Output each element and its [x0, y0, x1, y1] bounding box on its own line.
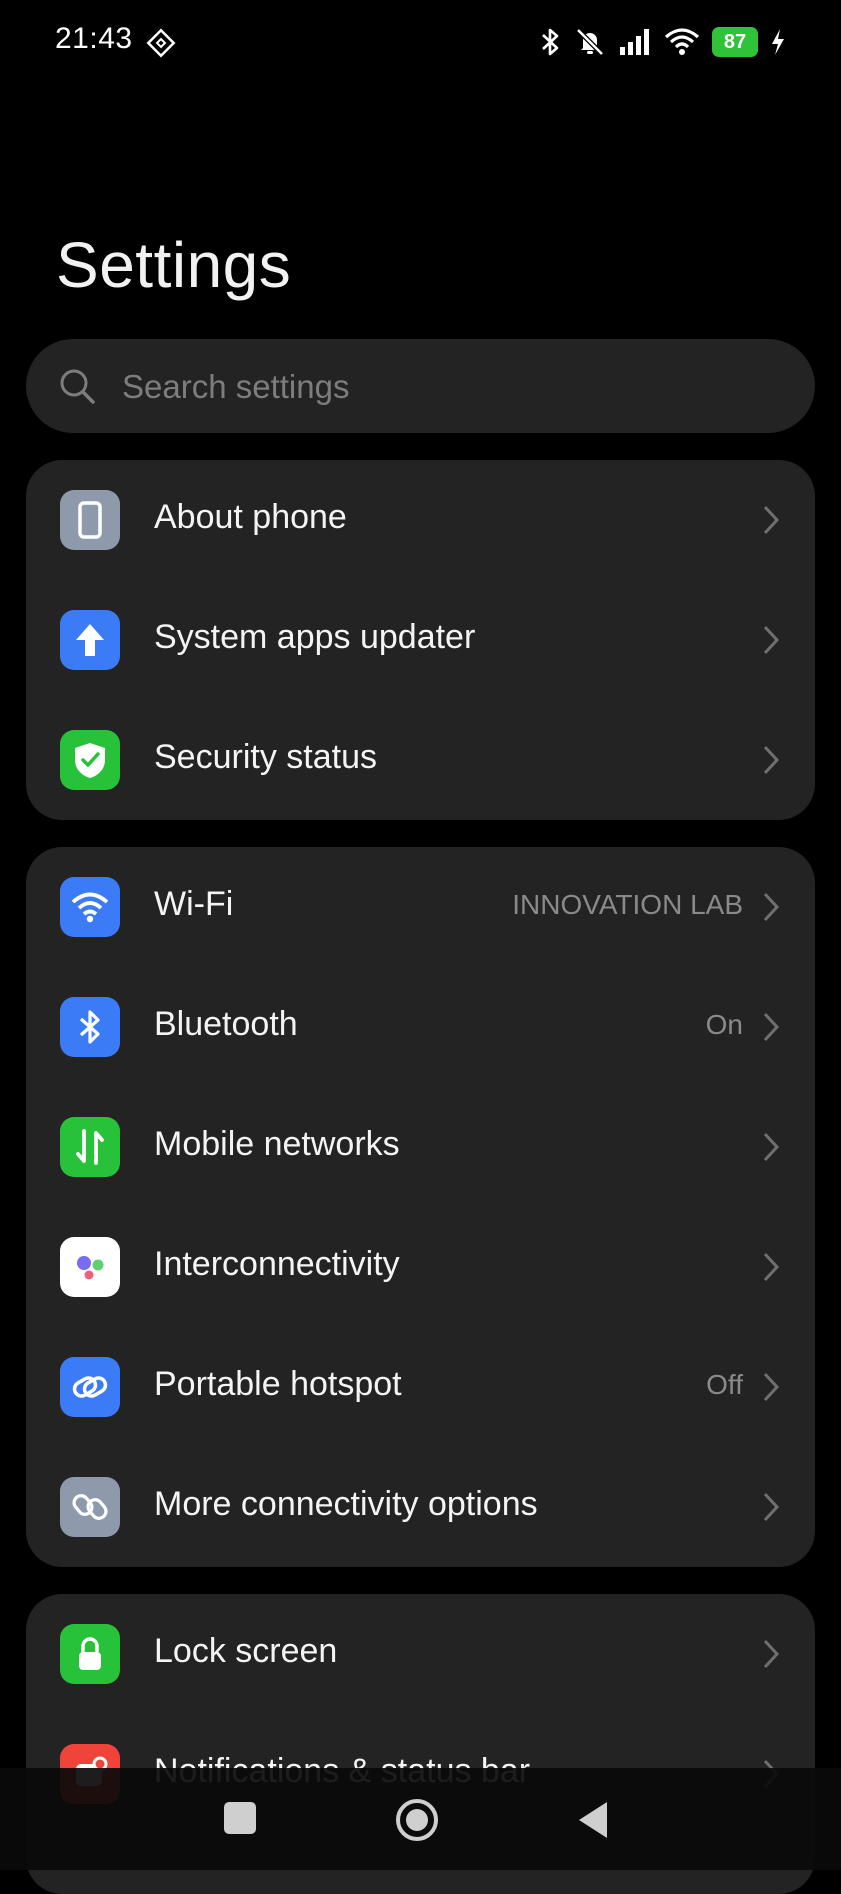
chevron-right-icon [761, 1131, 781, 1163]
signal-icon [618, 27, 652, 57]
search-input[interactable] [120, 339, 764, 435]
charging-icon [770, 28, 786, 56]
settings-item-portable-hotspot[interactable]: Portable hotspot Off [26, 1327, 815, 1447]
settings-group-device: About phone System apps updater Security… [26, 460, 815, 820]
chevron-right-icon [761, 1491, 781, 1523]
page-title: Settings [56, 229, 292, 301]
chevron-right-icon [761, 744, 781, 776]
item-label: Mobile networks [154, 1125, 400, 1163]
chevron-right-icon [761, 1251, 781, 1283]
item-label: Bluetooth [154, 1005, 298, 1043]
mobile-data-icon [60, 1117, 120, 1177]
settings-item-lock-screen[interactable]: Lock screen [26, 1594, 815, 1714]
settings-group-connectivity: Wi-Fi INNOVATION LAB Bluetooth On Mobile… [26, 847, 815, 1567]
lock-icon [60, 1624, 120, 1684]
settings-item-security-status[interactable]: Security status [26, 700, 815, 820]
search-icon [56, 365, 98, 407]
mute-icon [574, 26, 606, 58]
item-label: Interconnectivity [154, 1245, 400, 1283]
interconnectivity-icon [60, 1237, 120, 1297]
chevron-right-icon [761, 891, 781, 923]
status-bar: 21:43 87 [0, 0, 841, 84]
settings-item-system-apps-updater[interactable]: System apps updater [26, 580, 815, 700]
chevron-right-icon [761, 1011, 781, 1043]
bluetooth-icon [60, 997, 120, 1057]
item-label: About phone [154, 498, 347, 536]
settings-item-interconnectivity[interactable]: Interconnectivity [26, 1207, 815, 1327]
battery-icon: 87 [712, 27, 758, 57]
shield-icon [60, 730, 120, 790]
item-label: System apps updater [154, 618, 476, 656]
wifi-icon [60, 877, 120, 937]
item-label: More connectivity options [154, 1485, 538, 1523]
item-label: Security status [154, 738, 377, 776]
upload-arrow-icon [60, 610, 120, 670]
settings-item-about-phone[interactable]: About phone [26, 460, 815, 580]
chevron-right-icon [761, 1371, 781, 1403]
home-icon[interactable] [393, 1796, 441, 1844]
item-value: Off [706, 1369, 743, 1400]
settings-item-more-connectivity[interactable]: More connectivity options [26, 1447, 815, 1567]
status-time: 21:43 [55, 22, 133, 55]
search-bar[interactable] [26, 339, 815, 435]
settings-item-bluetooth[interactable]: Bluetooth On [26, 967, 815, 1087]
item-value: INNOVATION LAB [512, 889, 743, 920]
recents-icon[interactable] [224, 1802, 256, 1834]
settings-item-wifi[interactable]: Wi-Fi INNOVATION LAB [26, 847, 815, 967]
back-icon[interactable] [577, 1800, 609, 1840]
bluetooth-icon [540, 26, 562, 58]
connectivity-icon [60, 1477, 120, 1537]
chevron-right-icon [761, 624, 781, 656]
item-value: On [705, 1009, 743, 1040]
chevron-right-icon [761, 504, 781, 536]
chevron-right-icon [761, 1638, 781, 1670]
link-icon [60, 1357, 120, 1417]
item-label: Lock screen [154, 1632, 338, 1670]
item-label: Portable hotspot [154, 1365, 402, 1403]
status-icons: 87 [540, 22, 786, 62]
settings-item-mobile-networks[interactable]: Mobile networks [26, 1087, 815, 1207]
phone-icon [60, 490, 120, 550]
nfc-icon [146, 28, 176, 58]
item-label: Wi-Fi [154, 885, 234, 923]
wifi-icon [664, 27, 700, 57]
